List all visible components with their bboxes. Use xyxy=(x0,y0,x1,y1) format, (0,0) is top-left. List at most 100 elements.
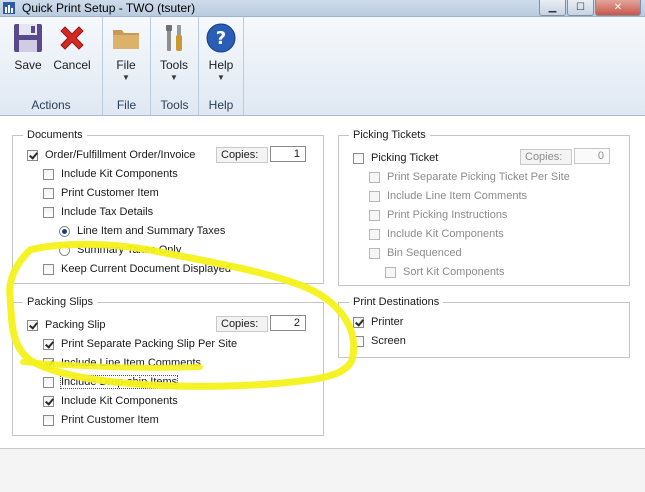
picking-ticket-main-checkbox[interactable]: Picking Ticket xyxy=(353,150,438,166)
print-destinations-group: Print Destinations xyxy=(338,296,630,358)
documents-option-tax-details[interactable]: Include Tax Details xyxy=(43,204,153,220)
bottom-status-area xyxy=(0,448,645,492)
help-menu-button[interactable]: ? Help ▼ xyxy=(199,22,243,82)
packing-copies-input[interactable]: 2 xyxy=(270,315,306,331)
option-label: Print Separate Packing Slip Per Site xyxy=(61,338,238,350)
documents-option-kit[interactable]: Include Kit Components xyxy=(43,166,178,182)
keep-document-displayed-checkbox[interactable]: Keep Current Document Displayed xyxy=(43,261,231,277)
window-title: Quick Print Setup - TWO (tsuter) xyxy=(22,1,196,15)
option-label: Include Line Item Comments xyxy=(61,357,202,369)
ribbon-group-label-actions: Actions xyxy=(31,98,71,112)
checkbox[interactable] xyxy=(385,266,396,278)
option-label: Print Customer Item xyxy=(61,187,159,199)
maximize-button[interactable]: ☐ xyxy=(567,0,594,16)
print-destinations-legend: Print Destinations xyxy=(349,296,444,309)
ribbon-group-help: ? Help ▼ Help xyxy=(199,17,244,115)
tools-label: Tools xyxy=(159,58,188,72)
picking-option-instructions[interactable]: Print Picking Instructions xyxy=(369,207,507,223)
packing-option-line-item-comments[interactable]: Include Line Item Comments xyxy=(43,355,201,371)
option-label: Include Kit Components xyxy=(61,168,178,180)
checkbox[interactable] xyxy=(43,414,54,426)
window-controls: ▁ ☐ ✕ xyxy=(538,0,641,16)
cancel-icon xyxy=(60,26,84,50)
tools-menu-button[interactable]: Tools ▼ xyxy=(152,22,196,82)
checkbox[interactable] xyxy=(369,190,380,202)
packing-option-separate-per-site[interactable]: Print Separate Packing Slip Per Site xyxy=(43,336,237,352)
checkbox[interactable] xyxy=(43,187,54,199)
ribbon-group-tools: Tools ▼ Tools xyxy=(151,17,199,115)
packing-option-customer-item[interactable]: Print Customer Item xyxy=(43,412,159,428)
picking-option-bin-sequenced[interactable]: Bin Sequenced xyxy=(369,245,462,261)
documents-main-checkbox[interactable]: Order/Fulfillment Order/Invoice xyxy=(27,147,195,163)
checkbox[interactable] xyxy=(369,171,380,183)
checkbox[interactable] xyxy=(43,376,54,388)
option-label: Bin Sequenced xyxy=(387,247,462,259)
packing-option-drop-ship[interactable]: Include Drop-ship Items xyxy=(43,374,179,390)
checkbox[interactable] xyxy=(27,149,38,161)
documents-legend: Documents xyxy=(23,129,87,142)
picking-copies-input[interactable]: 0 xyxy=(574,148,610,164)
tools-icon xyxy=(166,25,182,51)
close-window-button[interactable]: ✕ xyxy=(595,0,641,16)
checkbox[interactable] xyxy=(27,319,38,331)
picking-copies-label: Copies: xyxy=(520,149,572,165)
radio-button[interactable] xyxy=(59,225,70,237)
checkbox[interactable] xyxy=(43,206,54,218)
option-label: Print Separate Picking Ticket Per Site xyxy=(387,171,570,183)
option-label: Include Kit Components xyxy=(387,228,504,240)
tax-option-line-item[interactable]: Line Item and Summary Taxes xyxy=(59,223,225,239)
help-label: Help xyxy=(208,58,234,72)
save-icon xyxy=(14,24,42,52)
destination-screen-checkbox[interactable]: Screen xyxy=(353,333,406,349)
checkbox[interactable] xyxy=(353,152,364,164)
picking-option-kit-components[interactable]: Include Kit Components xyxy=(369,226,504,242)
minimize-button[interactable]: ▁ xyxy=(539,0,566,16)
checkbox[interactable] xyxy=(369,228,380,240)
option-label: Sort Kit Components xyxy=(403,266,505,278)
checkbox[interactable] xyxy=(43,263,54,275)
checkbox[interactable] xyxy=(43,357,54,369)
checkbox[interactable] xyxy=(353,316,364,328)
cancel-button[interactable]: Cancel xyxy=(50,22,94,72)
documents-main-label: Order/Fulfillment Order/Invoice xyxy=(45,149,196,161)
picking-option-separate-per-site[interactable]: Print Separate Picking Ticket Per Site xyxy=(369,169,570,185)
destination-printer-checkbox[interactable]: Printer xyxy=(353,314,403,330)
checkbox[interactable] xyxy=(369,247,380,259)
file-label: File xyxy=(116,58,136,72)
title-bar: Quick Print Setup - TWO (tsuter) ▁ ☐ ✕ xyxy=(0,0,645,17)
radio-button[interactable] xyxy=(59,244,70,256)
packing-option-kit-components[interactable]: Include Kit Components xyxy=(43,393,178,409)
option-label: Include Line Item Comments xyxy=(387,190,528,202)
save-label: Save xyxy=(14,58,42,72)
option-label: Screen xyxy=(371,335,406,347)
option-label: Include Kit Components xyxy=(61,395,178,407)
option-label: Print Customer Item xyxy=(61,414,159,426)
option-label: Include Tax Details xyxy=(61,206,154,218)
packing-slips-legend: Packing Slips xyxy=(23,296,98,309)
checkbox[interactable] xyxy=(353,335,364,347)
ribbon-toolbar: Save Cancel Actions File ▼ File Tools ▼ … xyxy=(0,17,645,116)
packing-copies-label: Copies: xyxy=(216,316,268,332)
checkbox[interactable] xyxy=(43,338,54,350)
tax-option-summary-only[interactable]: Summary Taxes Only xyxy=(59,242,181,258)
packing-slip-main-checkbox[interactable]: Packing Slip xyxy=(27,317,106,333)
chevron-down-icon: ▼ xyxy=(217,73,225,82)
picking-option-sort-kit[interactable]: Sort Kit Components xyxy=(385,264,505,280)
picking-option-line-item-comments[interactable]: Include Line Item Comments xyxy=(369,188,527,204)
checkbox[interactable] xyxy=(43,395,54,407)
option-label: Printer xyxy=(371,316,404,328)
save-button[interactable]: Save xyxy=(6,22,50,72)
option-label: Keep Current Document Displayed xyxy=(61,263,231,275)
ribbon-group-label-tools: Tools xyxy=(160,98,189,112)
checkbox[interactable] xyxy=(369,209,380,221)
option-label: Summary Taxes Only xyxy=(77,244,182,256)
svg-text:?: ? xyxy=(216,28,226,49)
folder-icon xyxy=(113,30,139,49)
checkbox[interactable] xyxy=(43,168,54,180)
help-icon: ? xyxy=(206,23,236,53)
documents-option-customer-item[interactable]: Print Customer Item xyxy=(43,185,159,201)
chevron-down-icon: ▼ xyxy=(122,73,130,82)
file-menu-button[interactable]: File ▼ xyxy=(104,22,148,82)
documents-copies-input[interactable]: 1 xyxy=(270,146,306,162)
option-label: Include Drop-ship Items xyxy=(59,375,179,389)
